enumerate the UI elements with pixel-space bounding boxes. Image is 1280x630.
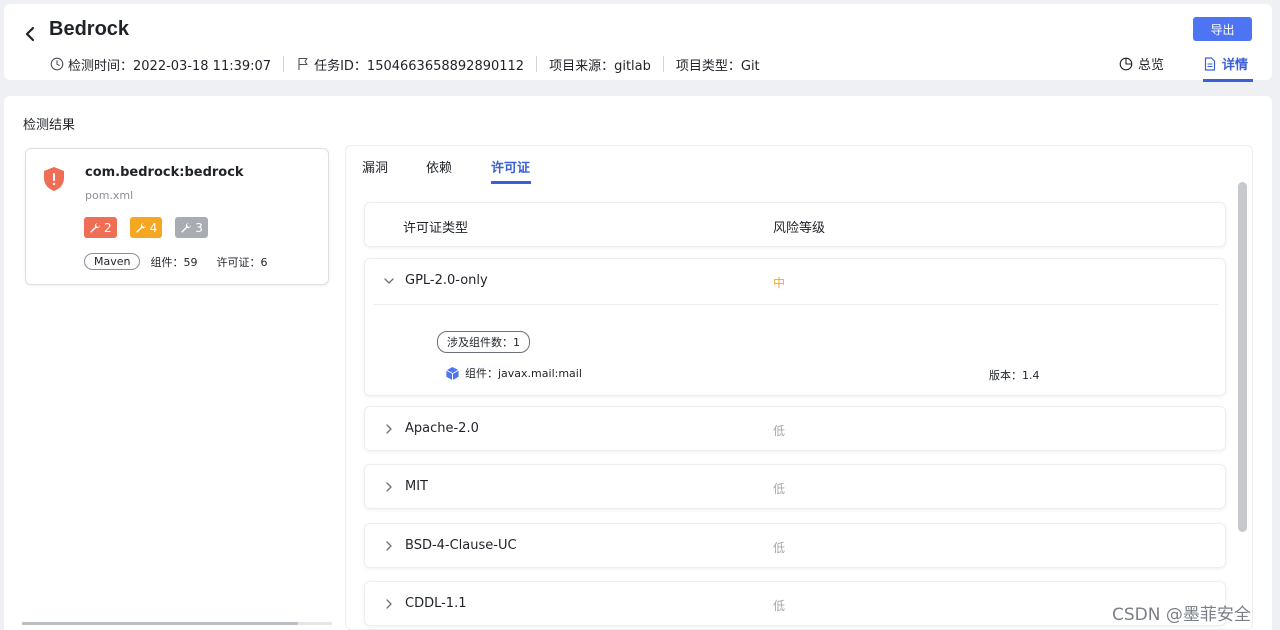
- divider: [662, 56, 664, 72]
- tab-licenses[interactable]: 许可证: [491, 157, 551, 185]
- watermark: CSDN @墨菲安全: [1112, 605, 1251, 625]
- project-card[interactable]: com.bedrock:bedrock pom.xml 2 4 3 Maven …: [25, 148, 329, 285]
- tab-dependencies[interactable]: 依赖: [426, 157, 491, 185]
- component-item: 组件：javax.mail:mail: [445, 365, 582, 381]
- scrollbar-thumb[interactable]: [1238, 182, 1247, 532]
- task-id: 任务ID：1504663658892890112: [296, 55, 524, 74]
- wrench-icon: [90, 222, 100, 233]
- low-badge: 3: [175, 217, 208, 238]
- pie-chart-icon: [1119, 57, 1133, 70]
- project-type-text: 项目类型：Git: [675, 58, 760, 74]
- license-row[interactable]: Apache-2.0 低: [364, 406, 1226, 451]
- license-row[interactable]: BSD-4-Clause-UC 低: [364, 523, 1226, 568]
- export-button[interactable]: 导出: [1193, 17, 1252, 41]
- tab-detail-label: 详情: [1222, 58, 1249, 73]
- column-license-type: 许可证类型: [403, 221, 469, 236]
- flag-icon: [298, 57, 308, 70]
- low-count: 3: [195, 220, 203, 235]
- project-type: 项目类型：Git: [676, 55, 760, 74]
- tab-overview[interactable]: 总览: [1119, 54, 1164, 73]
- high-badge: 2: [84, 217, 117, 238]
- chevron-down-icon[interactable]: [383, 275, 395, 287]
- document-icon: [1204, 56, 1216, 71]
- high-count: 2: [104, 220, 112, 235]
- meta-row: 检测时间：2022-03-18 11:39:07 任务ID：1504663658…: [50, 54, 760, 74]
- divider: [373, 304, 1219, 305]
- task-id-text: 任务ID：1504663658892890112: [314, 58, 525, 74]
- license-name: GPL-2.0-only: [405, 273, 488, 288]
- tab-vulnerabilities[interactable]: 漏洞: [362, 157, 426, 185]
- license-count: 许可证：6: [216, 255, 268, 269]
- component-version: 版本：1.4: [989, 369, 1040, 382]
- risk-level: 低: [773, 541, 786, 555]
- chevron-right-icon[interactable]: [383, 540, 395, 552]
- license-name: CDDL-1.1: [405, 596, 467, 611]
- result-tabs: 漏洞 依赖 许可证: [362, 157, 551, 185]
- risk-level: 中: [773, 276, 786, 290]
- license-name: Apache-2.0: [405, 421, 479, 436]
- license-table-header: 许可证类型 风险等级: [364, 202, 1226, 247]
- risk-level: 低: [773, 482, 786, 496]
- column-risk-level: 风险等级: [773, 221, 826, 236]
- medium-count: 4: [149, 220, 158, 235]
- component-count: 组件：59: [150, 255, 198, 269]
- medium-badge: 4: [129, 217, 163, 238]
- chevron-right-icon[interactable]: [383, 598, 395, 610]
- project-source-text: 项目来源：gitlab: [549, 58, 651, 74]
- chevron-left-icon: [25, 26, 35, 42]
- affected-components-pill: 涉及组件数：1: [437, 331, 530, 353]
- divider: [283, 56, 285, 72]
- license-row[interactable]: GPL-2.0-only 中 涉及组件数：1 组件：javax.mail:mai…: [364, 258, 1226, 396]
- back-button[interactable]: [20, 24, 40, 44]
- result-panel: 漏洞 依赖 许可证 许可证类型 风险等级 GPL-2.0-only 中 涉及组件…: [345, 145, 1253, 630]
- project-name: com.bedrock:bedrock: [85, 165, 244, 180]
- project-source: 项目来源：gitlab: [549, 55, 651, 74]
- license-name: MIT: [405, 479, 428, 494]
- license-row[interactable]: MIT 低: [364, 464, 1226, 509]
- scrollbar-thumb[interactable]: [22, 622, 298, 625]
- active-tab-indicator: [1203, 79, 1253, 82]
- license-row[interactable]: CDDL-1.1 低: [364, 581, 1226, 626]
- page-title: Bedrock: [49, 18, 130, 40]
- wrench-icon: [181, 222, 192, 233]
- build-tool-tag: Maven: [84, 253, 141, 270]
- page-header: Bedrock 检测时间：2022-03-18 11:39:07 任务ID：15…: [4, 4, 1272, 82]
- vertical-scrollbar[interactable]: [1238, 182, 1247, 622]
- tab-detail[interactable]: 详情: [1203, 54, 1248, 73]
- section-title: 检测结果: [23, 118, 76, 133]
- component-name: 组件：javax.mail:mail: [465, 367, 582, 380]
- clock-icon: [50, 57, 64, 71]
- risk-level: 低: [773, 424, 786, 438]
- wrench-icon: [135, 222, 146, 233]
- license-name: BSD-4-Clause-UC: [405, 538, 517, 553]
- shield-alert-icon: [44, 167, 64, 191]
- risk-level: 低: [773, 599, 786, 613]
- scan-time-text: 检测时间：2022-03-18 11:39:07: [68, 58, 272, 74]
- divider: [536, 56, 538, 72]
- tab-overview-label: 总览: [1138, 58, 1165, 73]
- scan-time: 检测时间：2022-03-18 11:39:07: [50, 55, 271, 74]
- package-icon: [446, 366, 459, 380]
- horizontal-scrollbar[interactable]: [22, 622, 332, 625]
- project-file: pom.xml: [85, 189, 134, 202]
- card-footer: Maven 组件：59 许可证：6: [84, 253, 286, 270]
- severity-badges: 2 4 3: [84, 217, 208, 238]
- chevron-right-icon[interactable]: [383, 481, 395, 493]
- chevron-right-icon[interactable]: [383, 423, 395, 435]
- main-panel: 检测结果 com.bedrock:bedrock pom.xml 2 4 3 M…: [4, 96, 1272, 630]
